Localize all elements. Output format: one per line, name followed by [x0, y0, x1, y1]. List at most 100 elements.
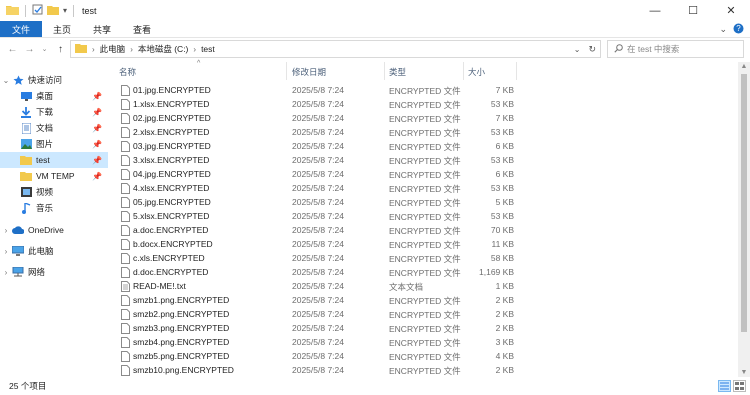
file-name[interactable]: smzb1.png.ENCRYPTED	[133, 295, 229, 305]
sidebar-item-videos[interactable]: 视频	[0, 184, 108, 200]
new-folder-icon[interactable]	[47, 4, 59, 17]
table-row[interactable]: a.doc.ENCRYPTED 2025/5/8 7:24 ENCRYPTED 文件…	[111, 224, 631, 238]
file-name[interactable]: 04.jpg.ENCRYPTED	[133, 169, 211, 179]
table-row[interactable]: 5.xlsx.ENCRYPTED 2025/5/8 7:24 ENCRYPTED 文…	[111, 210, 631, 224]
table-row[interactable]: smzb2.png.ENCRYPTED 2025/5/8 7:24 ENCRYPTE…	[111, 308, 631, 322]
file-name[interactable]: 1.xlsx.ENCRYPTED	[133, 99, 209, 109]
refresh-icon[interactable]: ↻	[588, 44, 596, 55]
forward-arrow-icon[interactable]: →	[23, 44, 36, 55]
file-name[interactable]: 2.xlsx.ENCRYPTED	[133, 127, 209, 137]
chevron-down-icon[interactable]: ⌄	[719, 24, 727, 35]
sidebar-item-quick-access[interactable]: ⌄ 快速访问	[0, 72, 108, 88]
address-dropdown-icon[interactable]: ⌄	[574, 45, 581, 54]
file-name[interactable]: 02.jpg.ENCRYPTED	[133, 113, 211, 123]
sidebar-item-pictures[interactable]: 图片 📌	[0, 136, 108, 152]
tab-home[interactable]: 主页	[42, 21, 82, 37]
file-name[interactable]: 01.jpg.ENCRYPTED	[133, 85, 211, 95]
file-name[interactable]: 4.xlsx.ENCRYPTED	[133, 183, 209, 193]
sidebar-item-onedrive[interactable]: › OneDrive	[0, 222, 108, 238]
table-row[interactable]: 4.xlsx.ENCRYPTED 2025/5/8 7:24 ENCRYPTED 文…	[111, 182, 631, 196]
up-arrow-icon[interactable]: ↑	[54, 44, 67, 55]
tab-view[interactable]: 查看	[122, 21, 162, 37]
back-arrow-icon[interactable]: ←	[6, 44, 19, 55]
table-row[interactable]: d.doc.ENCRYPTED 2025/5/8 7:24 ENCRYPTED 文件…	[111, 266, 631, 280]
chevron-right-icon[interactable]: ›	[0, 226, 12, 235]
scroll-down-arrow-icon[interactable]: ▼	[738, 369, 750, 376]
recent-locations-icon[interactable]: ⌄	[38, 45, 51, 53]
table-row[interactable]: 03.jpg.ENCRYPTED 2025/5/8 7:24 ENCRYPTED 文…	[111, 140, 631, 154]
column-name[interactable]: 名称	[119, 66, 136, 78]
breadcrumb-this-pc[interactable]: 此电脑	[100, 43, 126, 55]
chevron-right-icon[interactable]: ›	[0, 268, 12, 277]
table-row[interactable]: 1.xlsx.ENCRYPTED 2025/5/8 7:24 ENCRYPTED 文…	[111, 98, 631, 112]
large-icons-view-button[interactable]	[733, 380, 746, 392]
pin-icon[interactable]: 📌	[92, 156, 102, 165]
scroll-up-arrow-icon[interactable]: ▲	[738, 63, 750, 70]
chevron-right-icon[interactable]: ›	[0, 247, 12, 256]
breadcrumb-local-disk[interactable]: 本地磁盘 (C:)	[138, 43, 189, 55]
table-row[interactable]: b.docx.ENCRYPTED 2025/5/8 7:24 ENCRYPTED 文…	[111, 238, 631, 252]
pin-icon[interactable]: 📌	[92, 140, 102, 149]
file-name[interactable]: c.xls.ENCRYPTED	[133, 253, 205, 263]
column-size[interactable]: 大小	[468, 66, 485, 78]
file-name[interactable]: smzb5.png.ENCRYPTED	[133, 351, 229, 361]
sidebar-item-desktop[interactable]: 桌面 📌	[0, 88, 108, 104]
table-row[interactable]: smzb1.png.ENCRYPTED 2025/5/8 7:24 ENCRYPTE…	[111, 294, 631, 308]
minimize-button[interactable]: —	[636, 0, 674, 21]
file-name[interactable]: 3.xlsx.ENCRYPTED	[133, 155, 209, 165]
table-row[interactable]: 3.xlsx.ENCRYPTED 2025/5/8 7:24 ENCRYPTED 文…	[111, 154, 631, 168]
breadcrumb-test[interactable]: test	[201, 44, 215, 54]
sidebar-item-network[interactable]: › 网络	[0, 264, 108, 280]
table-row[interactable]: 04.jpg.ENCRYPTED 2025/5/8 7:24 ENCRYPTED 文…	[111, 168, 631, 182]
sidebar-item-downloads[interactable]: 下载 📌	[0, 104, 108, 120]
help-icon[interactable]: ?	[733, 23, 744, 36]
file-name[interactable]: 5.xlsx.ENCRYPTED	[133, 211, 209, 221]
table-row[interactable]: 02.jpg.ENCRYPTED 2025/5/8 7:24 ENCRYPTED 文…	[111, 112, 631, 126]
search-input[interactable]: 在 test 中搜索	[607, 40, 744, 58]
column-date-modified[interactable]: 修改日期	[292, 66, 326, 78]
tab-share[interactable]: 共享	[82, 21, 122, 37]
file-date: 2025/5/8 7:24	[292, 295, 344, 305]
table-row[interactable]: 05.jpg.ENCRYPTED 2025/5/8 7:24 ENCRYPTED 文…	[111, 196, 631, 210]
table-row[interactable]: READ-ME!.txt 2025/5/8 7:24 文本文档 1 KB	[111, 280, 631, 294]
properties-icon[interactable]	[32, 4, 43, 17]
sidebar-item-documents[interactable]: 文档 📌	[0, 120, 108, 136]
pin-icon[interactable]: 📌	[92, 124, 102, 133]
file-name[interactable]: smzb3.png.ENCRYPTED	[133, 323, 229, 333]
file-name[interactable]: smzb4.png.ENCRYPTED	[133, 337, 229, 347]
table-row[interactable]: 01.jpg.ENCRYPTED 2025/5/8 7:24 ENCRYPTED 文…	[111, 84, 631, 98]
file-name[interactable]: 03.jpg.ENCRYPTED	[133, 141, 211, 151]
pin-icon[interactable]: 📌	[92, 108, 102, 117]
tab-file[interactable]: 文件	[0, 21, 43, 37]
scrollbar-thumb[interactable]	[741, 74, 747, 332]
file-name[interactable]: READ-ME!.txt	[133, 281, 186, 291]
maximize-button[interactable]: ☐	[674, 0, 712, 21]
table-row[interactable]: smzb5.png.ENCRYPTED 2025/5/8 7:24 ENCRYPTE…	[111, 350, 631, 364]
file-name[interactable]: 05.jpg.ENCRYPTED	[133, 197, 211, 207]
vertical-scrollbar[interactable]: ▲ ▼	[738, 62, 750, 377]
close-button[interactable]: ✕	[712, 0, 750, 21]
pin-icon[interactable]: 📌	[92, 92, 102, 101]
file-name[interactable]: b.docx.ENCRYPTED	[133, 239, 213, 249]
pin-icon[interactable]: 📌	[92, 172, 102, 181]
file-name[interactable]: d.doc.ENCRYPTED	[133, 267, 208, 277]
table-row[interactable]: 2.xlsx.ENCRYPTED 2025/5/8 7:24 ENCRYPTED 文…	[111, 126, 631, 140]
file-name[interactable]: smzb2.png.ENCRYPTED	[133, 309, 229, 319]
table-row[interactable]: smzb4.png.ENCRYPTED 2025/5/8 7:24 ENCRYPTE…	[111, 336, 631, 350]
file-size: 53 KB	[490, 183, 514, 193]
sidebar-item-this-pc[interactable]: › 此电脑	[0, 243, 108, 259]
file-name[interactable]: smzb10.png.ENCRYPTED	[133, 365, 234, 375]
sidebar-item-vm-temp[interactable]: VM TEMP 📌	[0, 168, 108, 184]
sidebar-item-test[interactable]: test 📌	[0, 152, 108, 168]
chevron-down-icon[interactable]: ⌄	[0, 76, 12, 85]
details-view-button[interactable]	[718, 380, 731, 392]
file-type: ENCRYPTED 文件	[389, 226, 461, 236]
qat-dropdown-icon[interactable]: ▾	[63, 6, 67, 15]
table-row[interactable]: smzb10.png.ENCRYPTED 2025/5/8 7:24 ENCRYPT…	[111, 364, 631, 378]
table-row[interactable]: c.xls.ENCRYPTED 2025/5/8 7:24 ENCRYPTED 文件…	[111, 252, 631, 266]
column-type[interactable]: 类型	[389, 66, 406, 78]
table-row[interactable]: smzb3.png.ENCRYPTED 2025/5/8 7:24 ENCRYPTE…	[111, 322, 631, 336]
sidebar-item-music[interactable]: 音乐	[0, 200, 108, 216]
address-bar[interactable]: › 此电脑 › 本地磁盘 (C:) › test ⌄ ↻	[70, 40, 601, 58]
file-name[interactable]: a.doc.ENCRYPTED	[133, 225, 208, 235]
